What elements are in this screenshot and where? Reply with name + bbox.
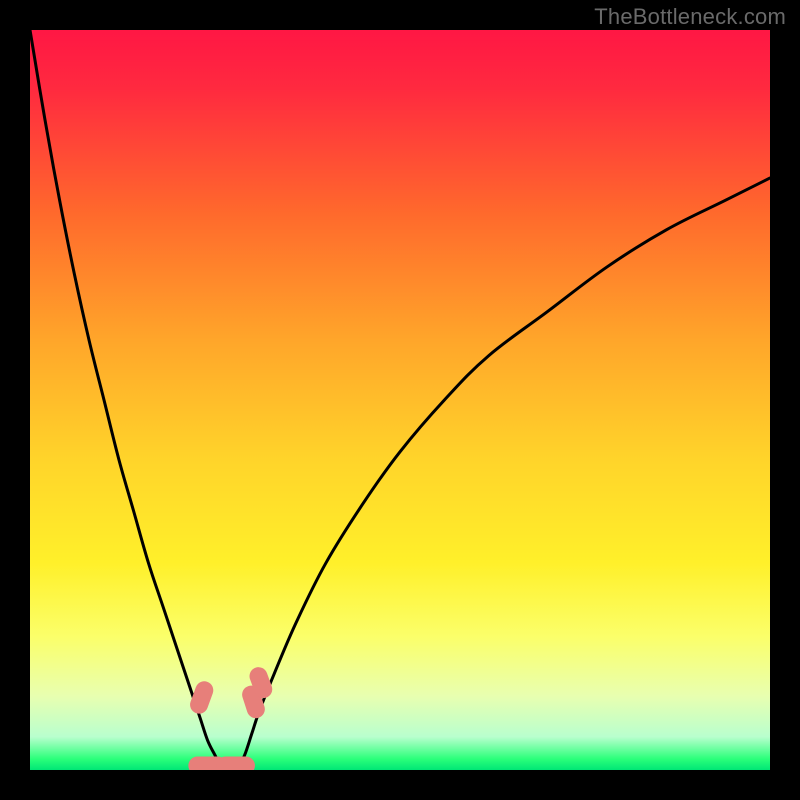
chart-frame: TheBottleneck.com	[0, 0, 800, 800]
curve-right-curve	[237, 178, 770, 770]
curves-layer	[30, 30, 770, 770]
plot-area	[30, 30, 770, 770]
marker-pill-2	[216, 757, 254, 770]
curve-left-curve	[30, 30, 222, 770]
watermark-text: TheBottleneck.com	[594, 4, 786, 30]
